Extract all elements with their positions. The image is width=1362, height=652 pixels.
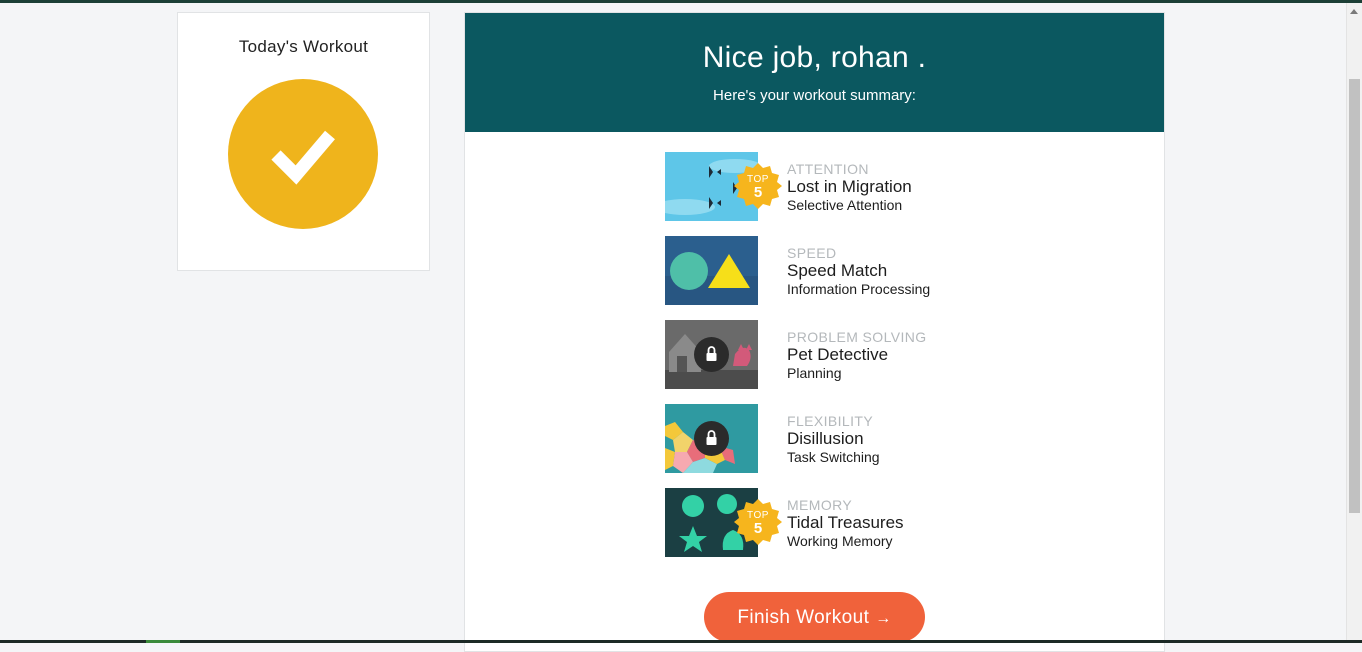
arrow-right-icon: → — [875, 610, 892, 627]
workout-summary-card: Nice job, rohan . Here's your workout su… — [464, 12, 1165, 652]
game-row-disillusion[interactable]: FLEXIBILITY Disillusion Task Switching — [665, 404, 1005, 474]
scroll-up-arrow-icon[interactable] — [1350, 9, 1358, 14]
game-name: Speed Match — [787, 261, 888, 280]
page-scrollbar[interactable] — [1346, 3, 1362, 640]
finish-workout-label: Finish Workout — [737, 607, 870, 628]
top-5-badge: TOP 5 — [733, 161, 783, 211]
game-name: Pet Detective — [787, 345, 889, 364]
game-row-pet-detective[interactable]: PROBLEM SOLVING Pet Detective Planning — [665, 320, 1005, 390]
finish-workout-button[interactable]: Finish Workout → — [704, 592, 925, 642]
game-row-tidal-treasures[interactable]: TOP 5 MEMORY Tidal Treasures Working Mem… — [665, 488, 1005, 558]
game-category: FLEXIBILITY — [787, 413, 874, 429]
lock-icon — [694, 421, 729, 456]
game-skill: Selective Attention — [787, 197, 903, 213]
todays-workout-title: Today's Workout — [238, 37, 369, 56]
workout-complete-badge — [228, 79, 378, 229]
game-skill: Working Memory — [787, 533, 893, 549]
game-category: MEMORY — [787, 497, 853, 513]
game-skill: Information Processing — [787, 281, 931, 297]
lock-icon — [694, 337, 729, 372]
shapes-thumbnail — [665, 236, 758, 305]
game-category: SPEED — [787, 245, 837, 261]
scrollbar-thumb[interactable] — [1349, 79, 1360, 513]
game-category: PROBLEM SOLVING — [787, 329, 927, 345]
game-name: Lost in Migration — [787, 177, 912, 196]
game-name: Disillusion — [787, 429, 864, 448]
game-name: Tidal Treasures — [787, 513, 904, 532]
browser-top-bar — [0, 0, 1362, 3]
game-row-lost-in-migration[interactable]: TOP 5 ATTENTION Lost in Migration Select… — [665, 152, 1005, 222]
game-row-speed-match[interactable]: SPEED Speed Match Information Processing — [665, 236, 1005, 306]
check-icon — [271, 130, 335, 185]
summary-title: Nice job, rohan . — [702, 41, 927, 74]
game-category: ATTENTION — [787, 161, 869, 177]
todays-workout-card: Today's Workout — [177, 12, 430, 271]
summary-header: Nice job, rohan . Here's your workout su… — [465, 13, 1164, 132]
game-skill: Planning — [787, 365, 842, 381]
summary-subtitle: Here's your workout summary: — [713, 87, 916, 104]
top-5-badge: TOP 5 — [733, 497, 783, 547]
game-skill: Task Switching — [787, 449, 880, 465]
